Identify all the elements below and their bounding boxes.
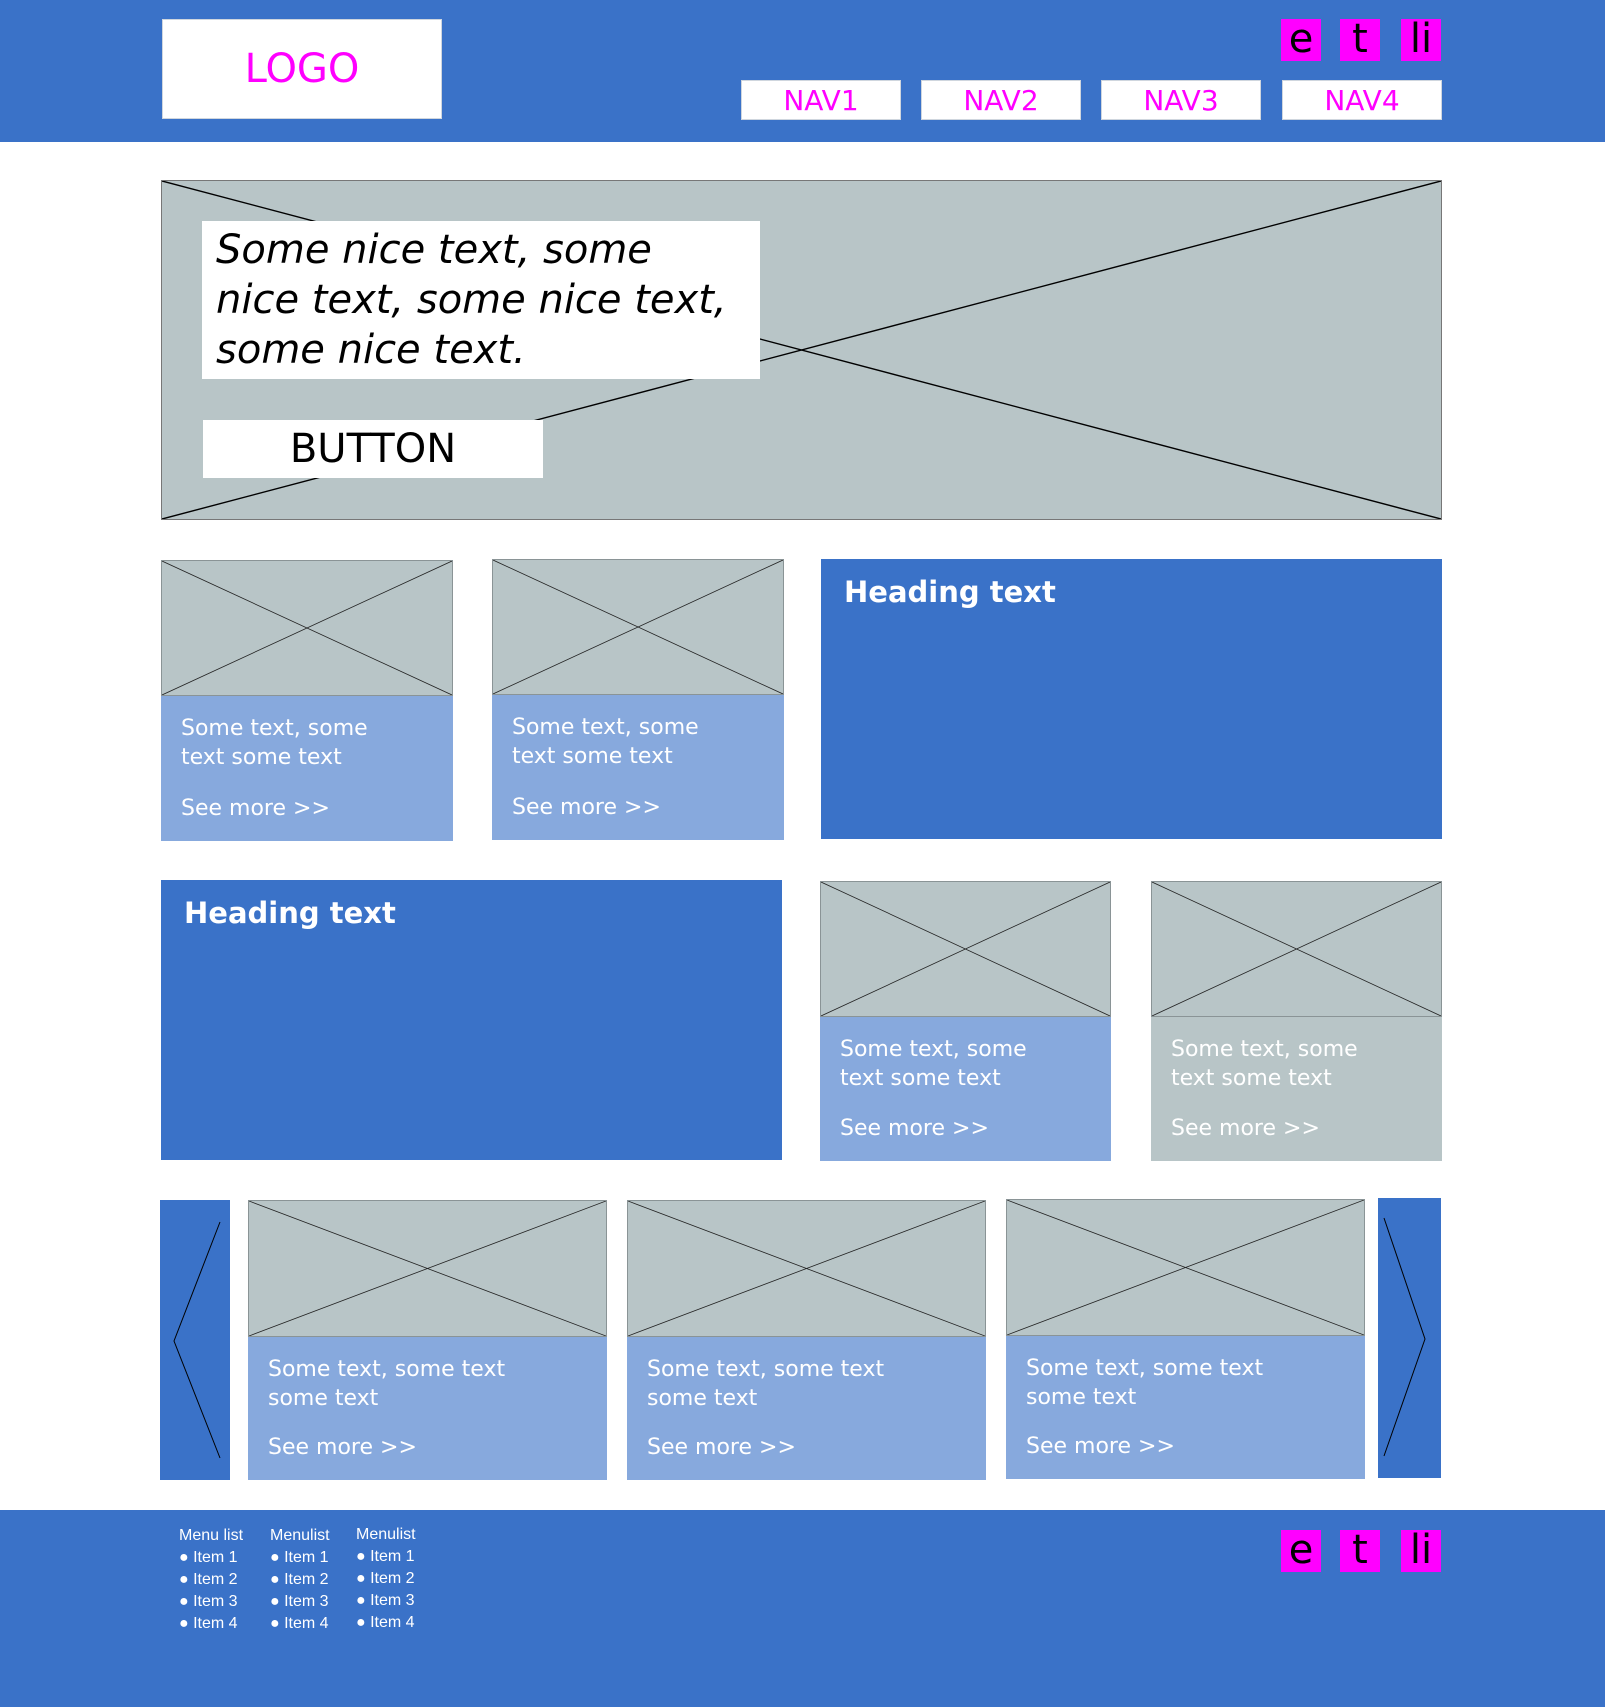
- card-text: Some text, some text some text: [1026, 1356, 1264, 1410]
- see-more-link[interactable]: See more >>: [1171, 1114, 1320, 1143]
- card-image-placeholder: [627, 1200, 986, 1337]
- heading-tile: Heading text: [161, 880, 782, 1160]
- card: Some text, some text some text See more …: [161, 696, 453, 841]
- card-image-placeholder: [820, 881, 1111, 1017]
- carousel-prev-button[interactable]: [160, 1200, 230, 1480]
- footer-menu-3: Menulist Item 1 Item 2 Item 3 Item 4: [356, 1524, 416, 1634]
- hero-button[interactable]: BUTTON: [203, 420, 543, 478]
- footer-menu-item[interactable]: Item 2: [179, 1569, 243, 1591]
- see-more-link[interactable]: See more >>: [647, 1433, 796, 1462]
- card-text: Some text, some text some text: [181, 716, 368, 770]
- see-more-link[interactable]: See more >>: [840, 1114, 989, 1143]
- card-image-placeholder: [161, 560, 453, 696]
- footer-menu-item[interactable]: Item 4: [270, 1613, 330, 1635]
- footer-menu-title: Menulist: [270, 1527, 330, 1544]
- card: Some text, some text some text See more …: [1151, 1017, 1442, 1161]
- footer-menu-title: Menulist: [356, 1526, 416, 1543]
- card-image-placeholder: [248, 1200, 607, 1337]
- tile-heading: Heading text: [184, 896, 396, 930]
- nav-item-4[interactable]: NAV4: [1282, 80, 1442, 120]
- footer-menu-item[interactable]: Item 2: [356, 1568, 416, 1590]
- carousel-card: Some text, some text some text See more …: [248, 1337, 607, 1480]
- carousel-card: Some text, some text some text See more …: [627, 1337, 986, 1480]
- card: Some text, some text some text See more …: [820, 1017, 1111, 1161]
- footer-menu-item[interactable]: Item 2: [270, 1569, 330, 1591]
- card-text: Some text, some text some text: [840, 1037, 1027, 1091]
- footer-menu-1: Menu list Item 1 Item 2 Item 3 Item 4: [179, 1525, 243, 1635]
- card: Some text, some text some text See more …: [492, 695, 784, 840]
- logo-text: LOGO: [244, 46, 360, 92]
- footer-menu-item[interactable]: Item 4: [179, 1613, 243, 1635]
- chevron-left-icon: [173, 1221, 221, 1459]
- carousel-card: Some text, some text some text See more …: [1006, 1336, 1365, 1479]
- email-social-icon[interactable]: e: [1281, 19, 1321, 61]
- nav-item-2[interactable]: NAV2: [921, 80, 1081, 120]
- footer-menu-item[interactable]: Item 1: [179, 1547, 243, 1569]
- footer-menu-item[interactable]: Item 3: [270, 1591, 330, 1613]
- footer-linkedin-social-icon[interactable]: li: [1401, 1530, 1441, 1572]
- card-image-placeholder: [1151, 881, 1442, 1017]
- footer-menu-2: Menulist Item 1 Item 2 Item 3 Item 4: [270, 1525, 330, 1635]
- footer-menu-item[interactable]: Item 4: [356, 1612, 416, 1634]
- see-more-link[interactable]: See more >>: [268, 1433, 417, 1462]
- hero-text: Some nice text, some nice text, some nic…: [202, 221, 760, 379]
- card-image-placeholder: [1006, 1199, 1365, 1336]
- footer-menu-item[interactable]: Item 3: [179, 1591, 243, 1613]
- footer-menu-item[interactable]: Item 1: [356, 1546, 416, 1568]
- footer-menu-item[interactable]: Item 3: [356, 1590, 416, 1612]
- logo[interactable]: LOGO: [162, 19, 442, 119]
- card-text: Some text, some text some text: [268, 1357, 506, 1411]
- chevron-right-icon: [1383, 1217, 1426, 1457]
- footer-menu-title: Menu list: [179, 1527, 244, 1544]
- footer-menu-item[interactable]: Item 1: [270, 1547, 330, 1569]
- nav-item-1[interactable]: NAV1: [741, 80, 901, 120]
- card-text: Some text, some text some text: [647, 1357, 885, 1411]
- carousel-next-button[interactable]: [1378, 1198, 1441, 1478]
- card-text: Some text, some text some text: [512, 715, 699, 769]
- footer-email-social-icon[interactable]: e: [1281, 1530, 1321, 1572]
- see-more-link[interactable]: See more >>: [512, 793, 661, 822]
- nav-item-3[interactable]: NAV3: [1101, 80, 1261, 120]
- card-image-placeholder: [492, 559, 784, 695]
- footer-twitter-social-icon[interactable]: t: [1340, 1530, 1380, 1572]
- tile-heading: Heading text: [844, 575, 1056, 609]
- twitter-social-icon[interactable]: t: [1340, 19, 1380, 61]
- heading-tile: Heading text: [821, 559, 1442, 839]
- linkedin-social-icon[interactable]: li: [1401, 19, 1441, 61]
- card-text: Some text, some text some text: [1171, 1037, 1358, 1091]
- see-more-link[interactable]: See more >>: [1026, 1432, 1175, 1461]
- see-more-link[interactable]: See more >>: [181, 794, 330, 823]
